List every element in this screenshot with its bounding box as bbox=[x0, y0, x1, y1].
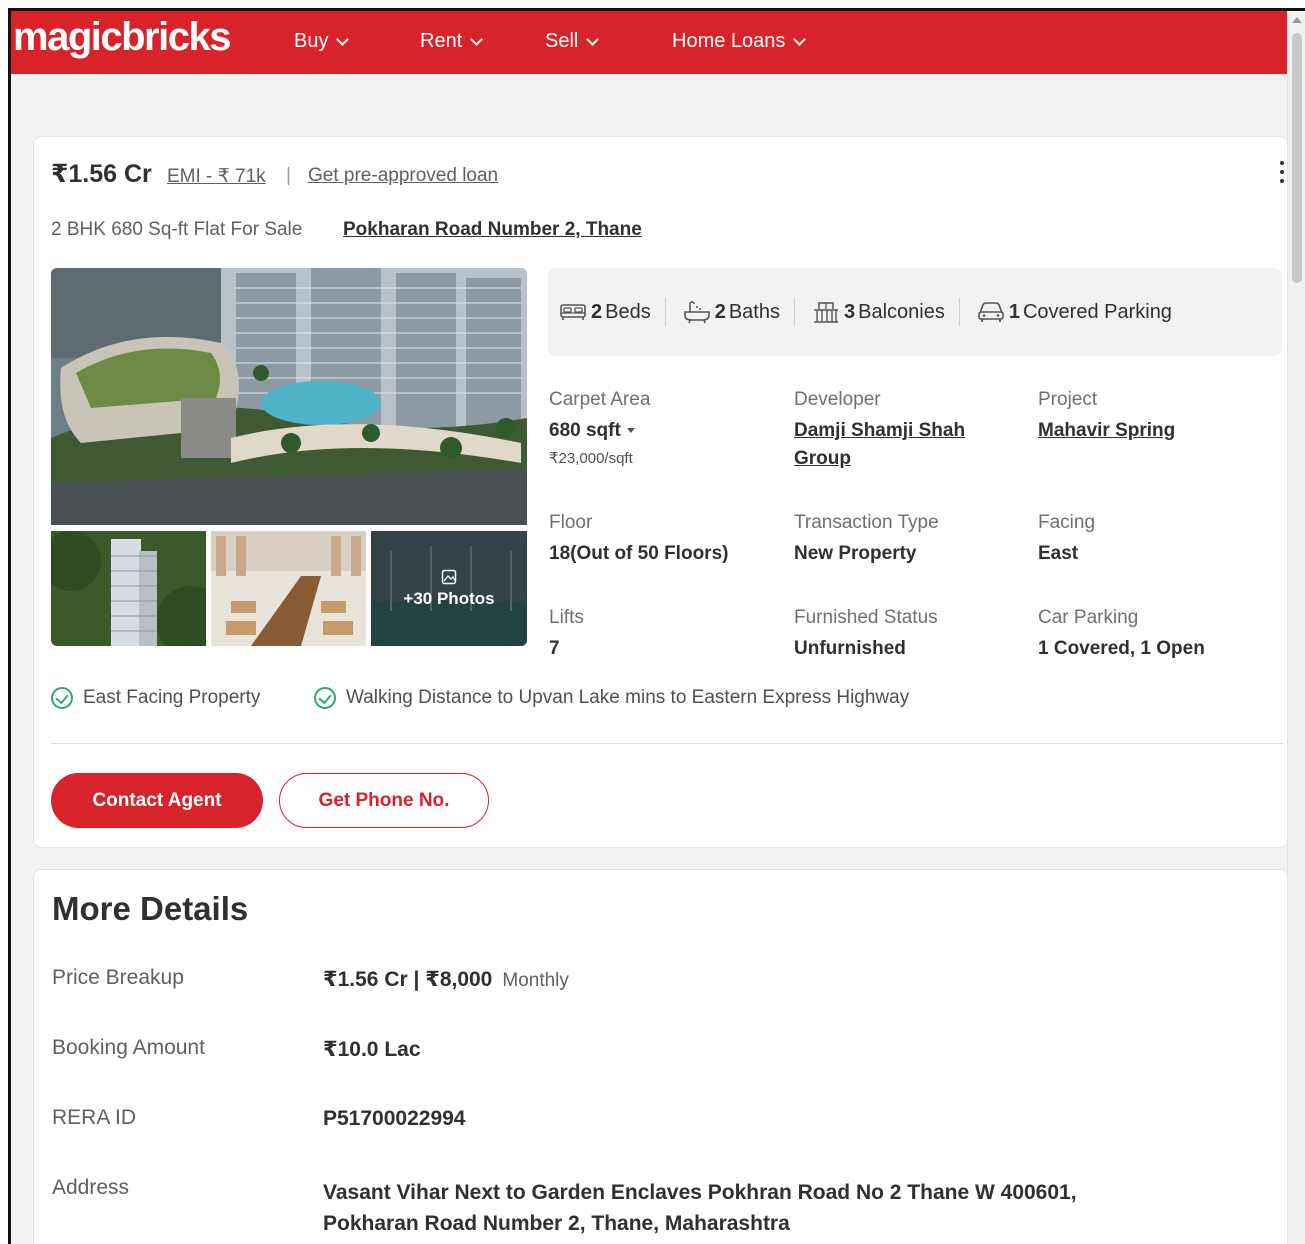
summary-divider bbox=[794, 298, 795, 326]
bathtub-icon bbox=[683, 301, 710, 324]
price-breakup-label: Price Breakup bbox=[52, 966, 184, 989]
emi-link[interactable]: EMI - ₹ 71k bbox=[167, 165, 266, 188]
price-breakup-amount: ₹1.56 Cr | ₹8,000 bbox=[323, 968, 493, 991]
developer-line-2: Group bbox=[794, 448, 851, 469]
more-photos-count: +30 Photos bbox=[403, 588, 495, 608]
chevron-down-icon bbox=[793, 32, 807, 46]
lifts-value: 7 bbox=[549, 638, 560, 659]
nav-sell[interactable]: Sell bbox=[545, 30, 600, 53]
floor-value: 18(Out of 50 Floors) bbox=[549, 543, 729, 564]
property-summary-strip: 2 Beds 2 Baths 3 Balconies 1 Covered Par… bbox=[548, 268, 1282, 356]
address-value: Vasant Vihar Next to Garden Enclaves Pok… bbox=[323, 1177, 1077, 1239]
contact-agent-button[interactable]: Contact Agent bbox=[51, 773, 263, 828]
developer-line-1: Damji Shamji Shah bbox=[794, 420, 966, 441]
carpet-area-label: Carpet Area bbox=[549, 389, 651, 410]
scrollbar-thumb[interactable] bbox=[1292, 33, 1302, 283]
baths-summary: 2 Baths bbox=[682, 299, 794, 325]
address-label: Address bbox=[52, 1176, 130, 1199]
furnished-status-value: Unfurnished bbox=[794, 638, 906, 659]
nav-rent[interactable]: Rent bbox=[420, 30, 484, 53]
carpet-area-text: 680 sqft bbox=[549, 420, 621, 441]
facing-label: Facing bbox=[1038, 512, 1096, 533]
car-icon bbox=[978, 302, 1004, 322]
top-navbar: magicbricks Buy Rent Sell Home Loans bbox=[11, 11, 1287, 74]
separator: | bbox=[286, 165, 291, 186]
booking-amount-label: Booking Amount bbox=[52, 1036, 205, 1059]
pre-approved-loan-link[interactable]: Get pre-approved loan bbox=[308, 165, 498, 187]
highlight-item: East Facing Property bbox=[51, 687, 260, 709]
main-property-photo[interactable] bbox=[51, 268, 527, 525]
developer-label: Developer bbox=[794, 389, 881, 410]
nav-rent-label: Rent bbox=[420, 30, 463, 52]
beds-count: 2 bbox=[591, 300, 603, 323]
property-card: ₹1.56 Cr EMI - ₹ 71k | Get pre-approved … bbox=[33, 136, 1288, 848]
more-photos-overlay[interactable]: +30 Photos bbox=[371, 531, 527, 646]
more-photos-tile[interactable]: +30 Photos bbox=[371, 531, 527, 646]
browser-viewport: magicbricks Buy Rent Sell Home Loans ₹1.… bbox=[8, 8, 1305, 1244]
floor-label: Floor bbox=[549, 512, 593, 533]
baths-count: 2 bbox=[714, 300, 726, 323]
car-parking-label: Car Parking bbox=[1038, 607, 1139, 628]
price-breakup-value: ₹1.56 Cr | ₹8,000 Monthly bbox=[323, 967, 569, 992]
parking-label: Covered Parking bbox=[1022, 300, 1172, 323]
address-line-1: Vasant Vihar Next to Garden Enclaves Pok… bbox=[323, 1181, 1077, 1204]
baths-label: Baths bbox=[728, 300, 780, 323]
thumbnail-photo[interactable] bbox=[211, 531, 366, 646]
parking-summary: 1 Covered Parking bbox=[976, 299, 1186, 325]
balcony-icon bbox=[814, 302, 838, 323]
caret-down-icon bbox=[626, 427, 635, 433]
transaction-type-label: Transaction Type bbox=[794, 512, 939, 533]
check-circle-icon bbox=[314, 687, 336, 709]
facing-value: East bbox=[1038, 543, 1079, 564]
booking-amount-value: ₹10.0 Lac bbox=[323, 1038, 421, 1061]
beds-summary: 2 Beds bbox=[558, 299, 665, 325]
balconies-label: Balconies bbox=[858, 300, 945, 323]
get-phone-button[interactable]: Get Phone No. bbox=[279, 773, 489, 828]
nav-buy-label: Buy bbox=[294, 30, 329, 52]
summary-divider bbox=[958, 298, 960, 326]
more-details-title: More Details bbox=[52, 890, 249, 927]
nav-home-loans-label: Home Loans bbox=[672, 30, 786, 52]
summary-divider bbox=[664, 298, 666, 326]
carpet-area-value[interactable]: 680 sqft bbox=[549, 420, 635, 442]
gallery-icon bbox=[441, 569, 457, 584]
address-line-2: Pokharan Road Number 2, Thane, Maharasht… bbox=[323, 1212, 790, 1235]
bed-icon bbox=[560, 304, 586, 320]
balconies-count: 3 bbox=[844, 300, 856, 323]
nav-sell-label: Sell bbox=[545, 30, 579, 52]
check-circle-icon bbox=[51, 687, 73, 709]
project-link[interactable]: Mahavir Spring bbox=[1038, 417, 1175, 445]
furnished-status-label: Furnished Status bbox=[794, 607, 938, 628]
site-logo[interactable]: magicbricks bbox=[13, 15, 231, 60]
chevron-down-icon bbox=[470, 32, 484, 46]
nav-buy[interactable]: Buy bbox=[294, 30, 350, 53]
more-options-icon[interactable] bbox=[1277, 161, 1287, 189]
lifts-label: Lifts bbox=[549, 607, 584, 628]
carpet-rate: ₹23,000/sqft bbox=[549, 450, 633, 467]
price-breakup-unit: Monthly bbox=[502, 970, 569, 991]
beds-label: Beds bbox=[605, 300, 651, 323]
developer-link[interactable]: Damji Shamji Shah Group bbox=[794, 417, 965, 473]
chevron-down-icon bbox=[336, 32, 350, 46]
balconies-summary: 3 Balconies bbox=[811, 299, 959, 325]
highlight-text: Walking Distance to Upvan Lake mins to E… bbox=[346, 687, 910, 708]
project-label: Project bbox=[1038, 389, 1098, 410]
vertical-scrollbar[interactable] bbox=[1287, 11, 1305, 1244]
more-details-card: More Details Price Breakup ₹1.56 Cr | ₹8… bbox=[33, 869, 1288, 1244]
property-subtitle: 2 BHK 680 Sq-ft Flat For Sale bbox=[51, 219, 303, 240]
locality-link[interactable]: Pokharan Road Number 2, Thane bbox=[343, 219, 642, 241]
rera-id-label: RERA ID bbox=[52, 1106, 137, 1129]
parking-count: 1 bbox=[1008, 300, 1020, 323]
highlight-item: Walking Distance to Upvan Lake mins to E… bbox=[314, 687, 909, 709]
chevron-down-icon bbox=[586, 32, 600, 46]
rera-id-value: P51700022994 bbox=[323, 1107, 466, 1130]
property-price: ₹1.56 Cr bbox=[51, 160, 152, 188]
thumbnail-photo[interactable] bbox=[51, 531, 206, 646]
transaction-type-value: New Property bbox=[794, 543, 917, 564]
highlight-text: East Facing Property bbox=[83, 687, 261, 708]
nav-home-loans[interactable]: Home Loans bbox=[672, 30, 807, 53]
car-parking-value: 1 Covered, 1 Open bbox=[1038, 638, 1205, 659]
scroll-up-arrow-icon[interactable] bbox=[1292, 17, 1302, 23]
section-divider bbox=[51, 743, 1283, 744]
